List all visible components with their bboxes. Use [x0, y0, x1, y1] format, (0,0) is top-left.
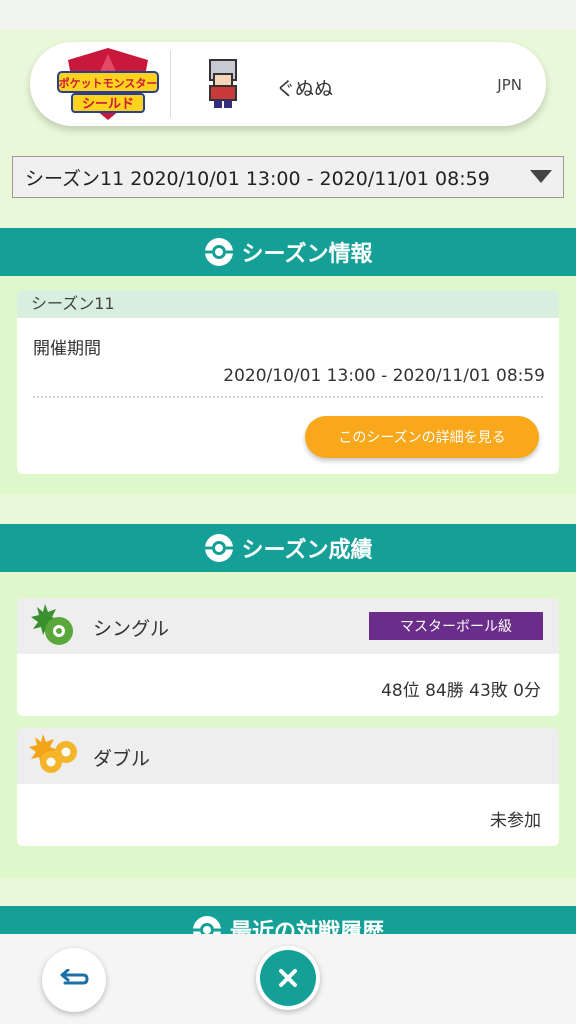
game-title-line2: シールド: [82, 97, 134, 112]
status-strip: [0, 0, 576, 30]
double-result-head: ダブル: [17, 728, 559, 784]
single-stats: 48位 84勝 43敗 0分: [381, 681, 541, 701]
profile-card: ポケットモンスター シールド ぐぬぬ JPN: [30, 42, 546, 126]
chevron-down-icon[interactable]: [519, 157, 563, 197]
season-info-card: シーズン11 開催期間 2020/10/01 13:00 - 2020/11/0…: [17, 290, 559, 474]
close-button-inner: [260, 950, 316, 1006]
single-result-card: シングル マスターボール級 48位 84勝 43敗 0分: [17, 598, 559, 716]
season-select[interactable]: シーズン11 2020/10/01 13:00 - 2020/11/01 08:…: [12, 156, 564, 198]
game-title-line1: ポケットモンスター: [59, 76, 158, 90]
dotted-divider: [33, 396, 543, 398]
single-result-head: シングル マスターボール級: [17, 598, 559, 654]
double-stats: 未参加: [490, 811, 541, 831]
season-info-header: シーズン情報: [0, 228, 576, 276]
single-result-body: 48位 84勝 43敗 0分: [17, 654, 559, 716]
single-label: シングル: [93, 618, 170, 640]
close-icon: [279, 969, 297, 987]
player-region: JPN: [497, 76, 522, 94]
season-results-header: シーズン成績: [0, 524, 576, 572]
back-arrow-icon: [60, 969, 89, 985]
period-label: 開催期間: [33, 339, 101, 359]
profile-divider: [170, 50, 171, 118]
single-battle-icon: [31, 604, 73, 645]
close-button[interactable]: [256, 946, 320, 1010]
bottom-bar: [0, 934, 576, 1024]
pokeball-icon: [204, 238, 233, 266]
section-title: シーズン成績: [241, 538, 373, 563]
double-label: ダブル: [93, 748, 151, 770]
game-logo: ポケットモンスター シールド: [57, 48, 159, 120]
double-result-card: ダブル 未参加: [17, 728, 559, 846]
rank-badge: マスターボール級: [369, 612, 543, 640]
period-value: 2020/10/01 13:00 - 2020/11/01 08:59: [223, 366, 545, 386]
season-card-title: シーズン11: [17, 290, 559, 318]
pokeball-icon: [204, 534, 233, 562]
season-select-value: シーズン11 2020/10/01 13:00 - 2020/11/01 08:…: [25, 167, 490, 190]
double-battle-icon: [29, 734, 77, 773]
player-name: ぐぬぬ: [276, 78, 334, 100]
back-button[interactable]: [42, 948, 106, 1012]
double-result-body: 未参加: [17, 784, 559, 846]
trainer-avatar: [209, 59, 237, 108]
season-detail-button[interactable]: このシーズンの詳細を見る: [305, 416, 539, 458]
section-title: シーズン情報: [241, 242, 373, 267]
